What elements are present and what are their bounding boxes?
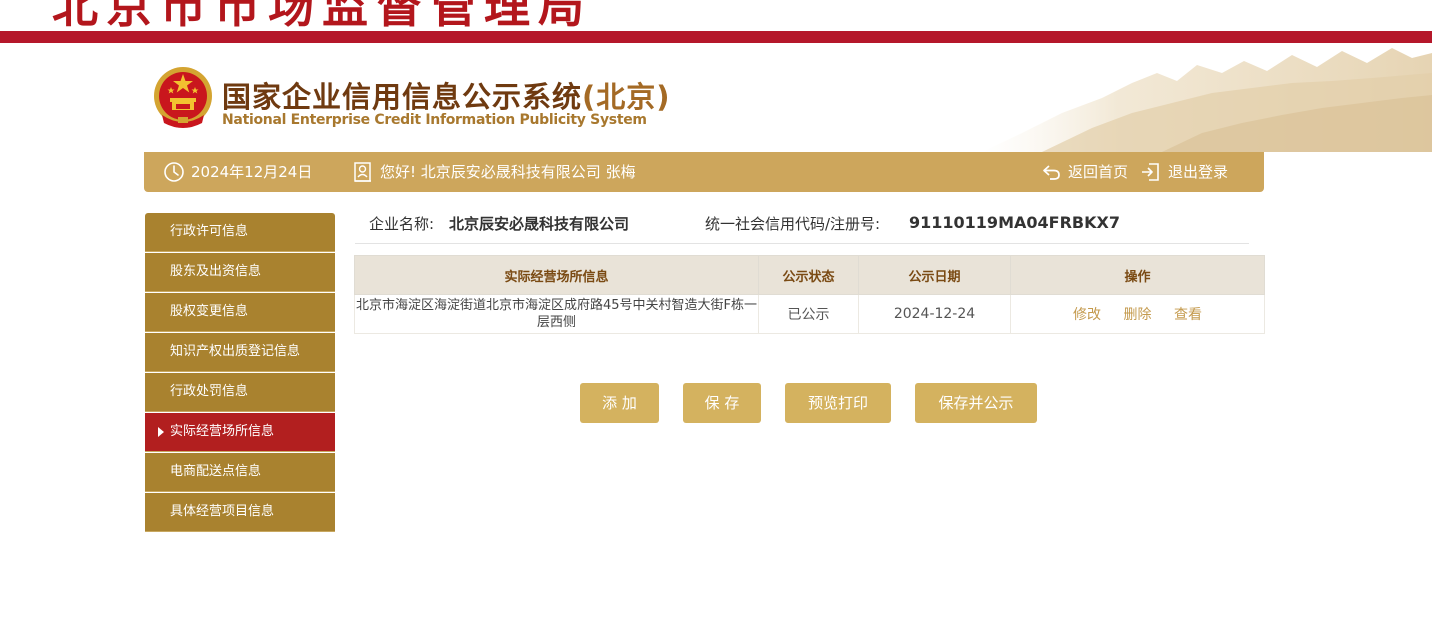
system-title-main: 国家企业信用信息公示系统 <box>222 80 583 114</box>
site-header: 国家企业信用信息公示系统(北京) National Enterprise Cre… <box>0 43 1432 152</box>
table-row: 北京市海淀区海淀街道北京市海淀区成府路45号中关村智造大街F栋一层西侧 已公示 … <box>354 294 1265 334</box>
system-title-en: National Enterprise Credit Information P… <box>222 112 647 128</box>
user-greeting: 您好! 北京辰安必晟科技有限公司 张梅 <box>352 152 636 192</box>
banner-title: 北京市市场监督管理局 <box>52 0 592 31</box>
sidebar-item-equity-change[interactable]: 股权变更信息 <box>145 293 335 332</box>
column-header-actions: 操作 <box>1010 255 1265 295</box>
add-button[interactable]: 添 加 <box>580 383 659 423</box>
company-info: 企业名称: 北京辰安必晟科技有限公司 统一社会信用代码/注册号: 9111011… <box>355 203 1249 244</box>
caret-right-icon <box>158 427 164 437</box>
mountain-decoration-icon <box>982 48 1432 152</box>
save-and-publish-button[interactable]: 保存并公示 <box>915 383 1037 423</box>
sidebar-item-label: 行政许可信息 <box>170 224 249 239</box>
cell-date: 2024-12-24 <box>858 294 1011 334</box>
sidebar-item-shareholders[interactable]: 股东及出资信息 <box>145 253 335 292</box>
logout-link[interactable]: 退出登录 <box>1140 152 1228 192</box>
preview-print-button[interactable]: 预览打印 <box>785 383 891 423</box>
sidebar-item-label: 电商配送点信息 <box>170 464 262 479</box>
sidebar-item-label: 股东及出资信息 <box>170 264 262 279</box>
column-header-date: 公示日期 <box>858 255 1011 295</box>
red-divider <box>0 31 1432 43</box>
sidebar-item-label: 具体经营项目信息 <box>170 504 275 519</box>
date-display: 2024年12月24日 <box>163 152 312 192</box>
logout-label: 退出登录 <box>1168 163 1229 181</box>
greeting-company: 北京辰安必晟科技有限公司 <box>420 163 601 181</box>
clock-icon <box>164 162 184 182</box>
cell-address: 北京市海淀区海淀街道北京市海淀区成府路45号中关村智造大街F栋一层西侧 <box>354 294 759 334</box>
sidebar-item-admin-license[interactable]: 行政许可信息 <box>145 213 335 252</box>
company-name-label: 企业名称: <box>369 215 435 233</box>
company-name: 北京辰安必晟科技有限公司 <box>449 215 630 233</box>
sidebar-item-label: 行政处罚信息 <box>170 384 249 399</box>
sidebar-item-business-premises[interactable]: 实际经营场所信息 <box>145 413 335 452</box>
credit-code: 91110119MA04FRBKX7 <box>909 213 1120 232</box>
cell-actions: 修改 删除 查看 <box>1010 294 1265 334</box>
cell-status: 已公示 <box>758 294 859 334</box>
column-header-status: 公示状态 <box>758 255 859 295</box>
logout-icon <box>1142 163 1159 181</box>
system-title-cn: 国家企业信用信息公示系统(北京) <box>222 74 671 116</box>
top-banner: 北京市市场监督管理局 <box>0 0 1432 31</box>
save-button[interactable]: 保 存 <box>683 383 761 423</box>
system-title-region: (北京) <box>582 80 671 114</box>
sidebar-nav: 行政许可信息 股东及出资信息 股权变更信息 知识产权出质登记信息 行政处罚信息 … <box>145 213 335 533</box>
greeting-text: 您好! <box>380 163 417 181</box>
edit-link[interactable]: 修改 <box>1073 307 1101 323</box>
delete-link[interactable]: 删除 <box>1124 307 1152 323</box>
info-bar: 2024年12月24日 您好! 北京辰安必晟科技有限公司 张梅 返回首页 退出登… <box>144 152 1264 192</box>
sidebar-item-label: 知识产权出质登记信息 <box>170 344 301 359</box>
column-header-address: 实际经营场所信息 <box>354 255 759 295</box>
credit-code-label: 统一社会信用代码/注册号: <box>705 215 881 233</box>
sidebar-item-label: 实际经营场所信息 <box>170 424 275 439</box>
user-card-icon <box>354 162 371 182</box>
return-arrow-icon <box>1043 165 1060 180</box>
current-date: 2024年12月24日 <box>191 163 313 181</box>
sidebar-item-admin-penalty[interactable]: 行政处罚信息 <box>145 373 335 412</box>
sidebar-item-business-items[interactable]: 具体经营项目信息 <box>145 493 335 532</box>
national-emblem-icon <box>154 67 212 128</box>
sidebar-item-ip-pledge[interactable]: 知识产权出质登记信息 <box>145 333 335 372</box>
greeting-user: 张梅 <box>605 163 636 181</box>
sidebar-item-label: 股权变更信息 <box>170 304 249 319</box>
sidebar-item-delivery-points[interactable]: 电商配送点信息 <box>145 453 335 492</box>
return-home-link[interactable]: 返回首页 <box>1042 152 1128 192</box>
return-home-label: 返回首页 <box>1068 163 1129 181</box>
table-header-row: 实际经营场所信息 公示状态 公示日期 操作 <box>354 255 1265 295</box>
view-link[interactable]: 查看 <box>1174 307 1202 323</box>
premises-table: 实际经营场所信息 公示状态 公示日期 操作 北京市海淀区海淀街道北京市海淀区成府… <box>354 255 1265 334</box>
